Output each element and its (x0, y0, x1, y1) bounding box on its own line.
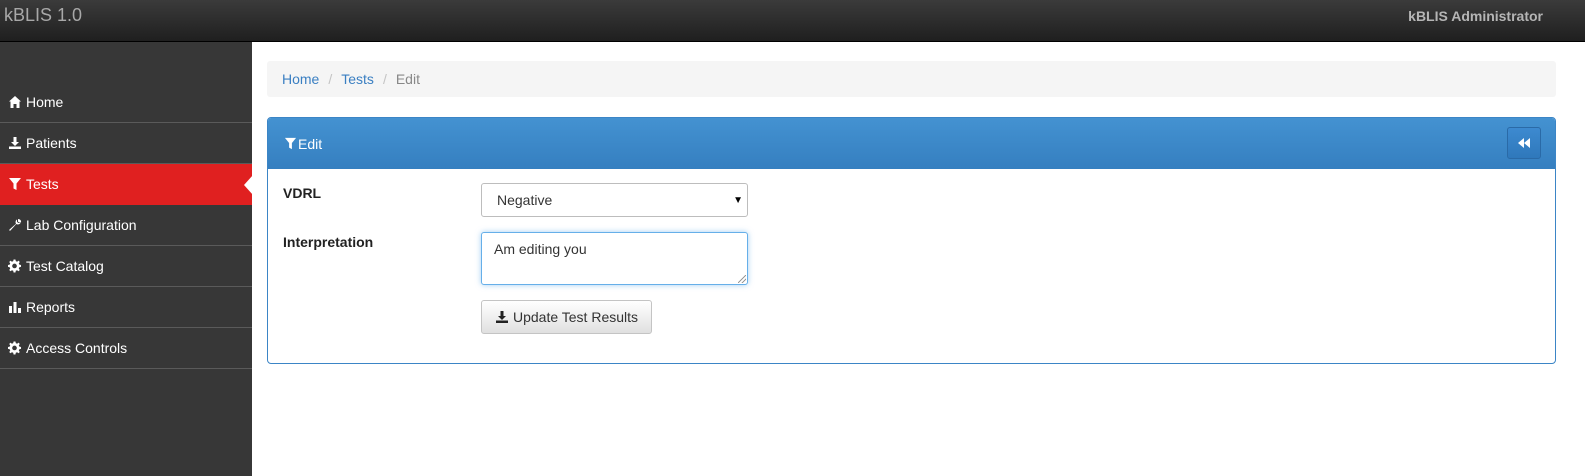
download-icon (495, 310, 509, 324)
edit-panel: Edit VDRL Negative ▼ Interpretation Am e… (267, 117, 1556, 364)
sidebar-item-reports[interactable]: Reports (0, 287, 252, 328)
vdrl-label: VDRL (283, 185, 322, 201)
back-button[interactable] (1507, 127, 1541, 159)
top-navbar: kBLIS 1.0 kBLIS Administrator (0, 0, 1585, 42)
sidebar-item-label: Tests (26, 176, 59, 192)
breadcrumb-tests[interactable]: Tests (341, 71, 374, 87)
caret-down-icon: ▼ (733, 195, 743, 206)
user-menu[interactable]: kBLIS Administrator (1408, 8, 1543, 24)
resize-handle-icon[interactable] (738, 275, 746, 283)
breadcrumb: Home / Tests / Edit (267, 61, 1556, 97)
filter-icon (8, 177, 22, 191)
interpretation-textarea[interactable]: Am editing you (481, 232, 748, 285)
vdrl-select[interactable]: Negative ▼ (481, 183, 748, 217)
active-indicator (244, 175, 253, 195)
sidebar-item-label: Lab Configuration (26, 217, 137, 233)
gear-icon (8, 341, 22, 355)
panel-heading: Edit (268, 118, 1555, 169)
app-title[interactable]: kBLIS 1.0 (4, 5, 82, 26)
sidebar-item-label: Patients (26, 135, 77, 151)
breadcrumb-current: Edit (395, 71, 420, 87)
sidebar: Home Patients Tests Lab Configuration Te… (0, 42, 253, 476)
interpretation-value: Am editing you (494, 241, 587, 257)
sidebar-item-label: Home (26, 94, 64, 110)
breadcrumb-separator: / (382, 71, 387, 87)
download-icon (8, 136, 22, 150)
update-test-results-button[interactable]: Update Test Results (481, 300, 652, 334)
sidebar-item-access-controls[interactable]: Access Controls (0, 328, 252, 369)
bar-chart-icon (8, 300, 22, 314)
sidebar-item-label: Access Controls (26, 340, 128, 356)
sidebar-item-label: Reports (26, 299, 76, 315)
sidebar-item-label: Test Catalog (26, 258, 104, 274)
sidebar-item-tests[interactable]: Tests (0, 164, 253, 205)
sidebar-item-test-catalog[interactable]: Test Catalog (0, 246, 252, 287)
update-button-label: Update Test Results (512, 309, 639, 325)
panel-title: Edit (298, 135, 323, 152)
interpretation-label: Interpretation (283, 234, 374, 250)
fast-backward-icon (1517, 137, 1531, 149)
sidebar-item-lab-configuration[interactable]: Lab Configuration (0, 205, 252, 246)
wrench-icon (8, 218, 22, 232)
vdrl-select-value: Negative (497, 192, 553, 208)
sidebar-item-patients[interactable]: Patients (0, 123, 252, 164)
gear-icon (8, 259, 22, 273)
sidebar-item-home[interactable]: Home (0, 82, 252, 123)
home-icon (8, 95, 22, 109)
breadcrumb-separator: / (328, 71, 333, 87)
breadcrumb-home[interactable]: Home (282, 71, 319, 87)
filter-icon (284, 137, 297, 150)
